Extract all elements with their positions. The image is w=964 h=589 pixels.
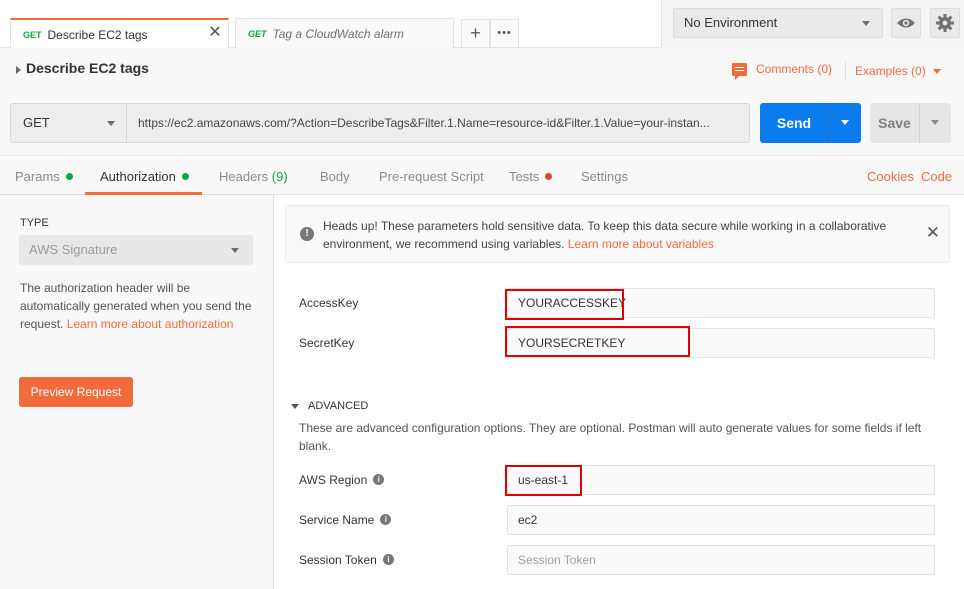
eye-icon: [897, 18, 915, 28]
request-title[interactable]: Describe EC2 tags: [26, 60, 149, 76]
info-icon[interactable]: i: [380, 514, 392, 526]
tab-name: Tag a CloudWatch alarm: [272, 26, 404, 41]
chevron-right-icon[interactable]: [16, 66, 21, 74]
environment-select[interactable]: No Environment: [673, 8, 883, 38]
tab-name: Describe EC2 tags: [47, 27, 148, 42]
auth-fields-panel: ! Heads up! These parameters hold sensit…: [275, 195, 964, 589]
session-token-field[interactable]: Session Token: [507, 545, 935, 575]
examples-dropdown[interactable]: Examples (0): [855, 64, 941, 78]
learn-more-authorization-link[interactable]: Learn more about authorization: [67, 317, 234, 331]
save-label: Save: [878, 115, 911, 131]
close-icon[interactable]: ✕: [206, 24, 224, 42]
auth-type-panel: TYPE AWS Signature The authorization hea…: [0, 195, 274, 589]
highlight-box: [505, 326, 690, 357]
url-input[interactable]: https://ec2.amazonaws.com/?Action=Descri…: [126, 103, 750, 143]
comments-label: Comments (0): [756, 62, 833, 76]
service-name-label: Service Name i: [299, 513, 392, 527]
save-button[interactable]: Save: [870, 103, 951, 143]
request-title-bar: Describe EC2 tags Comments (0) Examples …: [0, 48, 964, 92]
tab-tests[interactable]: Tests: [509, 169, 553, 184]
environment-quick-look-button[interactable]: [891, 8, 921, 38]
tab-params[interactable]: Params: [15, 169, 73, 184]
tab-method-label: GET: [23, 29, 42, 40]
environment-value: No Environment: [684, 15, 778, 30]
type-label: TYPE: [20, 217, 49, 229]
request-tab-describe-ec2-tags[interactable]: GET Describe EC2 tags ✕: [10, 18, 229, 49]
divider: [845, 62, 846, 80]
auth-type-select[interactable]: AWS Signature: [19, 235, 253, 265]
chevron-down-icon: [841, 120, 849, 125]
tab-bar: GET Describe EC2 tags ✕ GET Tag a CloudW…: [0, 0, 964, 49]
manage-environments-button[interactable]: [930, 8, 960, 38]
save-options-button[interactable]: [919, 103, 951, 143]
chevron-down-icon[interactable]: [291, 404, 299, 409]
comments-link[interactable]: Comments (0): [732, 62, 833, 80]
status-dot: [545, 173, 553, 181]
tab-headers[interactable]: Headers (9): [219, 169, 288, 184]
alert-message: Heads up! These parameters hold sensitiv…: [323, 217, 923, 253]
auth-description: The authorization header will be automat…: [20, 279, 260, 333]
gear-icon: [936, 14, 954, 32]
tab-authorization-label: Authorization: [100, 169, 176, 184]
session-token-label-text: Session Token: [299, 553, 377, 567]
chevron-down-icon: [932, 69, 941, 75]
info-icon[interactable]: i: [382, 554, 394, 566]
secret-key-label: SecretKey: [299, 336, 355, 350]
session-token-label: Session Token i: [299, 553, 394, 567]
advanced-description: These are advanced configuration options…: [299, 421, 922, 453]
method-value: GET: [23, 115, 50, 130]
code-link[interactable]: Code: [921, 169, 952, 184]
send-label: Send: [776, 115, 812, 131]
chevron-down-icon: [231, 248, 239, 253]
tab-authorization[interactable]: Authorization: [100, 169, 189, 184]
tab-body[interactable]: Body: [320, 169, 350, 184]
service-name-field[interactable]: ec2: [507, 505, 935, 535]
preview-request-button[interactable]: Preview Request: [19, 377, 133, 407]
tab-method-label: GET: [248, 28, 267, 39]
new-tab-button[interactable]: +: [461, 19, 490, 48]
tab-pre-request-script[interactable]: Pre-request Script: [379, 169, 484, 184]
close-icon[interactable]: ✕: [926, 224, 940, 242]
method-select[interactable]: GET: [10, 103, 127, 143]
cookies-link[interactable]: Cookies: [867, 169, 914, 184]
tab-headers-label: Headers: [219, 169, 269, 184]
chevron-down-icon: [862, 21, 870, 26]
url-bar: GET https://ec2.amazonaws.com/?Action=De…: [0, 92, 964, 156]
tab-tests-label: Tests: [509, 169, 540, 184]
examples-label: Examples (0): [855, 64, 926, 78]
more-tabs-button[interactable]: •••: [490, 19, 519, 48]
status-dot: [181, 173, 189, 181]
send-options-button[interactable]: [828, 103, 861, 143]
aws-region-label: AWS Region i: [299, 473, 385, 487]
auth-type-value: AWS Signature: [29, 242, 118, 257]
learn-more-variables-link[interactable]: Learn more about variables: [568, 237, 714, 251]
send-button[interactable]: Send: [760, 103, 861, 143]
highlight-box: [505, 289, 624, 320]
headers-count: (9): [271, 169, 288, 184]
chevron-down-icon: [107, 121, 115, 126]
request-tabs: Params Authorization Headers (9) Body Pr…: [0, 157, 964, 195]
tab-params-label: Params: [15, 169, 60, 184]
chevron-down-icon: [931, 120, 939, 125]
aws-region-label-text: AWS Region: [299, 473, 368, 487]
highlight-box: [505, 465, 582, 496]
request-tab-tag-cloudwatch-alarm[interactable]: GET Tag a CloudWatch alarm: [235, 18, 454, 48]
alert-icon: !: [300, 227, 314, 241]
info-icon[interactable]: i: [373, 474, 385, 486]
tab-settings[interactable]: Settings: [581, 169, 628, 184]
environment-area: No Environment: [661, 0, 964, 48]
status-dot: [65, 173, 73, 181]
sensitive-data-alert: ! Heads up! These parameters hold sensit…: [285, 205, 950, 263]
service-name-label-text: Service Name: [299, 513, 375, 527]
comment-icon: [732, 62, 747, 80]
access-key-label: AccessKey: [299, 296, 359, 310]
advanced-section-title[interactable]: ADVANCED: [308, 400, 368, 412]
